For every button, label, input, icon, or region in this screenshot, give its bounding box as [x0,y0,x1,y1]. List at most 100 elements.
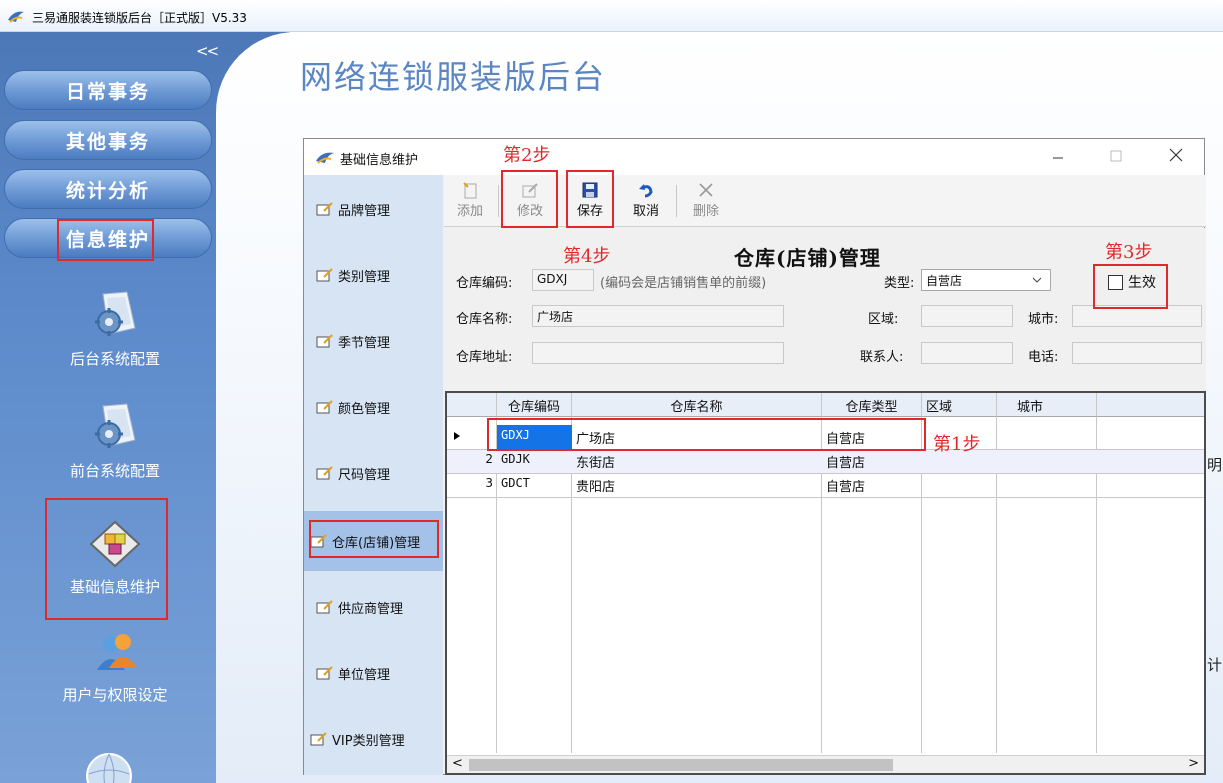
table-row[interactable]: 3 GDCT 贵阳店 自营店 [447,473,1204,497]
edit-note-icon [316,400,333,414]
cell-city[interactable] [997,473,1097,497]
nav-item-label: 单位管理 [338,667,391,683]
edit-button[interactable]: 修改 [508,179,552,225]
cell-city[interactable] [997,449,1097,473]
code-field[interactable]: GDXJ [532,269,594,291]
nav-item-label: 品牌管理 [338,203,391,219]
row-number: 2 [485,452,493,466]
cell-name[interactable]: 广场店 [572,425,822,449]
column-header[interactable]: 仓库编码 [497,393,572,417]
minimize-button[interactable] [1038,143,1078,171]
row-divider [447,497,1204,498]
nav-other-tasks-button[interactable]: 其他事务 [4,120,212,160]
backend-config-label: 后台系统配置 [69,350,160,368]
column-header-filler [1097,393,1204,417]
region-field[interactable] [921,305,1013,327]
save-button-label: 保存 [576,204,603,219]
cell-type[interactable]: 自营店 [822,425,922,449]
contact-label: 联系人: [860,350,904,365]
backend-config-item[interactable]: 后台系统配置 [0,288,230,369]
name-label: 仓库名称: [456,312,513,327]
contact-field[interactable] [921,342,1013,364]
nav-item-size[interactable]: 尺码管理 [304,443,443,503]
edit-note-icon [316,666,333,680]
toolbar-separator [498,185,499,217]
toolbar-separator [676,185,677,217]
column-header[interactable]: 城市 [997,393,1097,417]
region-label: 区域: [868,312,899,327]
city-field[interactable] [1072,305,1202,327]
add-button[interactable]: 添加 [448,179,492,225]
minimize-icon [1053,157,1063,159]
cell-code[interactable]: GDXJ [497,425,572,449]
cell-type[interactable]: 自营店 [822,449,922,473]
cell-code[interactable]: GDJK [497,449,572,473]
active-checkbox[interactable] [1108,274,1123,290]
nav-daily-tasks-button[interactable]: 日常事务 [4,70,212,110]
maximize-button[interactable] [1096,143,1136,171]
column-header[interactable]: 仓库名称 [572,393,822,417]
save-button[interactable]: 保存 [568,179,612,225]
cell-code[interactable]: GDCT [497,473,572,497]
type-select[interactable]: 自营店 [921,269,1051,291]
user-permissions-label: 用户与权限设定 [62,686,168,704]
table-row[interactable]: 1 GDXJ 广场店 自营店 [447,425,1204,449]
cell-name[interactable]: 贵阳店 [572,473,822,497]
delete-button[interactable]: 删除 [684,179,728,225]
type-label: 类型: [884,276,915,291]
nav-item-season[interactable]: 季节管理 [304,311,443,371]
step2-label: 第2步 [503,145,551,166]
table-row[interactable]: 2 GDJK 东街店 自营店 [447,449,1204,473]
edit-note-icon [316,268,333,282]
collapse-sidebar-button[interactable]: << [196,42,219,60]
app-logo-icon [316,152,334,164]
dialog-title: 基础信息维护 [340,153,419,168]
close-icon [1169,148,1183,162]
nav-statistics-button[interactable]: 统计分析 [4,169,212,209]
hidden-background-label-b: 计 [1207,656,1223,674]
nav-item-warehouse[interactable]: 仓库(店铺)管理 [304,511,443,571]
add-button-label: 添加 [456,204,483,219]
nav-item-vip-category[interactable]: VIP类别管理 [304,709,443,769]
step4-label: 第4步 [563,246,611,267]
horizontal-scrollbar[interactable]: < > [447,755,1204,773]
cell-region[interactable] [922,473,997,497]
name-field[interactable]: 广场店 [532,305,784,327]
column-header[interactable]: 仓库类型 [822,393,922,417]
cell-name[interactable]: 东街店 [572,449,822,473]
nav-item-unit[interactable]: 单位管理 [304,643,443,703]
edit-note-icon [316,334,333,348]
nav-item-supplier[interactable]: 供应商管理 [304,577,443,637]
scrollbar-thumb[interactable] [469,759,893,771]
gear-document-icon [95,403,136,448]
active-checkbox-group[interactable]: 生效 [1108,272,1156,292]
row-number: 3 [485,476,493,490]
globe-icon[interactable] [84,748,134,783]
cell-type[interactable]: 自营店 [822,473,922,497]
dialog-titlebar: 基础信息维护 [304,139,1204,175]
nav-info-maintenance-button[interactable]: 信息维护 [4,218,212,258]
close-button[interactable] [1156,143,1196,171]
nav-item-brand[interactable]: 品牌管理 [304,179,443,239]
frontend-config-item[interactable]: 前台系统配置 [0,400,230,481]
row-divider [447,449,1204,450]
warehouse-form: 仓库(店铺)管理 仓库编码: GDXJ (编码会是店铺销售单的前缀) 类型: 自… [444,228,1206,391]
cell-city[interactable] [997,425,1097,449]
scroll-left-arrow[interactable]: < [452,756,463,771]
basic-info-item[interactable]: 基础信息维护 [0,520,230,597]
user-permissions-item[interactable]: 用户与权限设定 [0,630,230,705]
nav-item-label: 供应商管理 [338,601,404,617]
cancel-button-label: 取消 [632,204,659,219]
phone-label: 电话: [1028,350,1059,365]
nav-item-color[interactable]: 颜色管理 [304,377,443,437]
grid-header-row: 仓库编码 仓库名称 仓库类型 区域 城市 [447,393,1204,417]
delete-x-icon [699,183,713,197]
address-field[interactable] [532,342,784,364]
scroll-right-arrow[interactable]: > [1188,756,1199,771]
nav-item-label: VIP类别管理 [332,733,405,749]
nav-item-category[interactable]: 类别管理 [304,245,443,305]
edit-note-icon [316,202,333,216]
cancel-button[interactable]: 取消 [624,179,668,225]
column-header[interactable]: 区域 [922,393,997,417]
phone-field[interactable] [1072,342,1202,364]
